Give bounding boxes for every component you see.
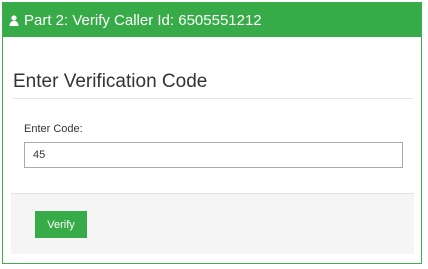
panel-body: Enter Verification Code Enter Code: — [3, 71, 421, 168]
code-label: Enter Code: — [24, 123, 83, 135]
code-input[interactable] — [24, 142, 403, 168]
verify-caller-panel: Part 2: Verify Caller Id: 6505551212 Ent… — [2, 2, 422, 264]
panel-footer: Verify — [11, 193, 414, 254]
section-title: Enter Verification Code — [13, 71, 413, 99]
panel-header: Part 2: Verify Caller Id: 6505551212 — [3, 3, 421, 37]
panel-title: Part 2: Verify Caller Id: 6505551212 — [24, 11, 262, 29]
user-icon — [9, 14, 19, 26]
verify-button[interactable]: Verify — [35, 211, 87, 238]
